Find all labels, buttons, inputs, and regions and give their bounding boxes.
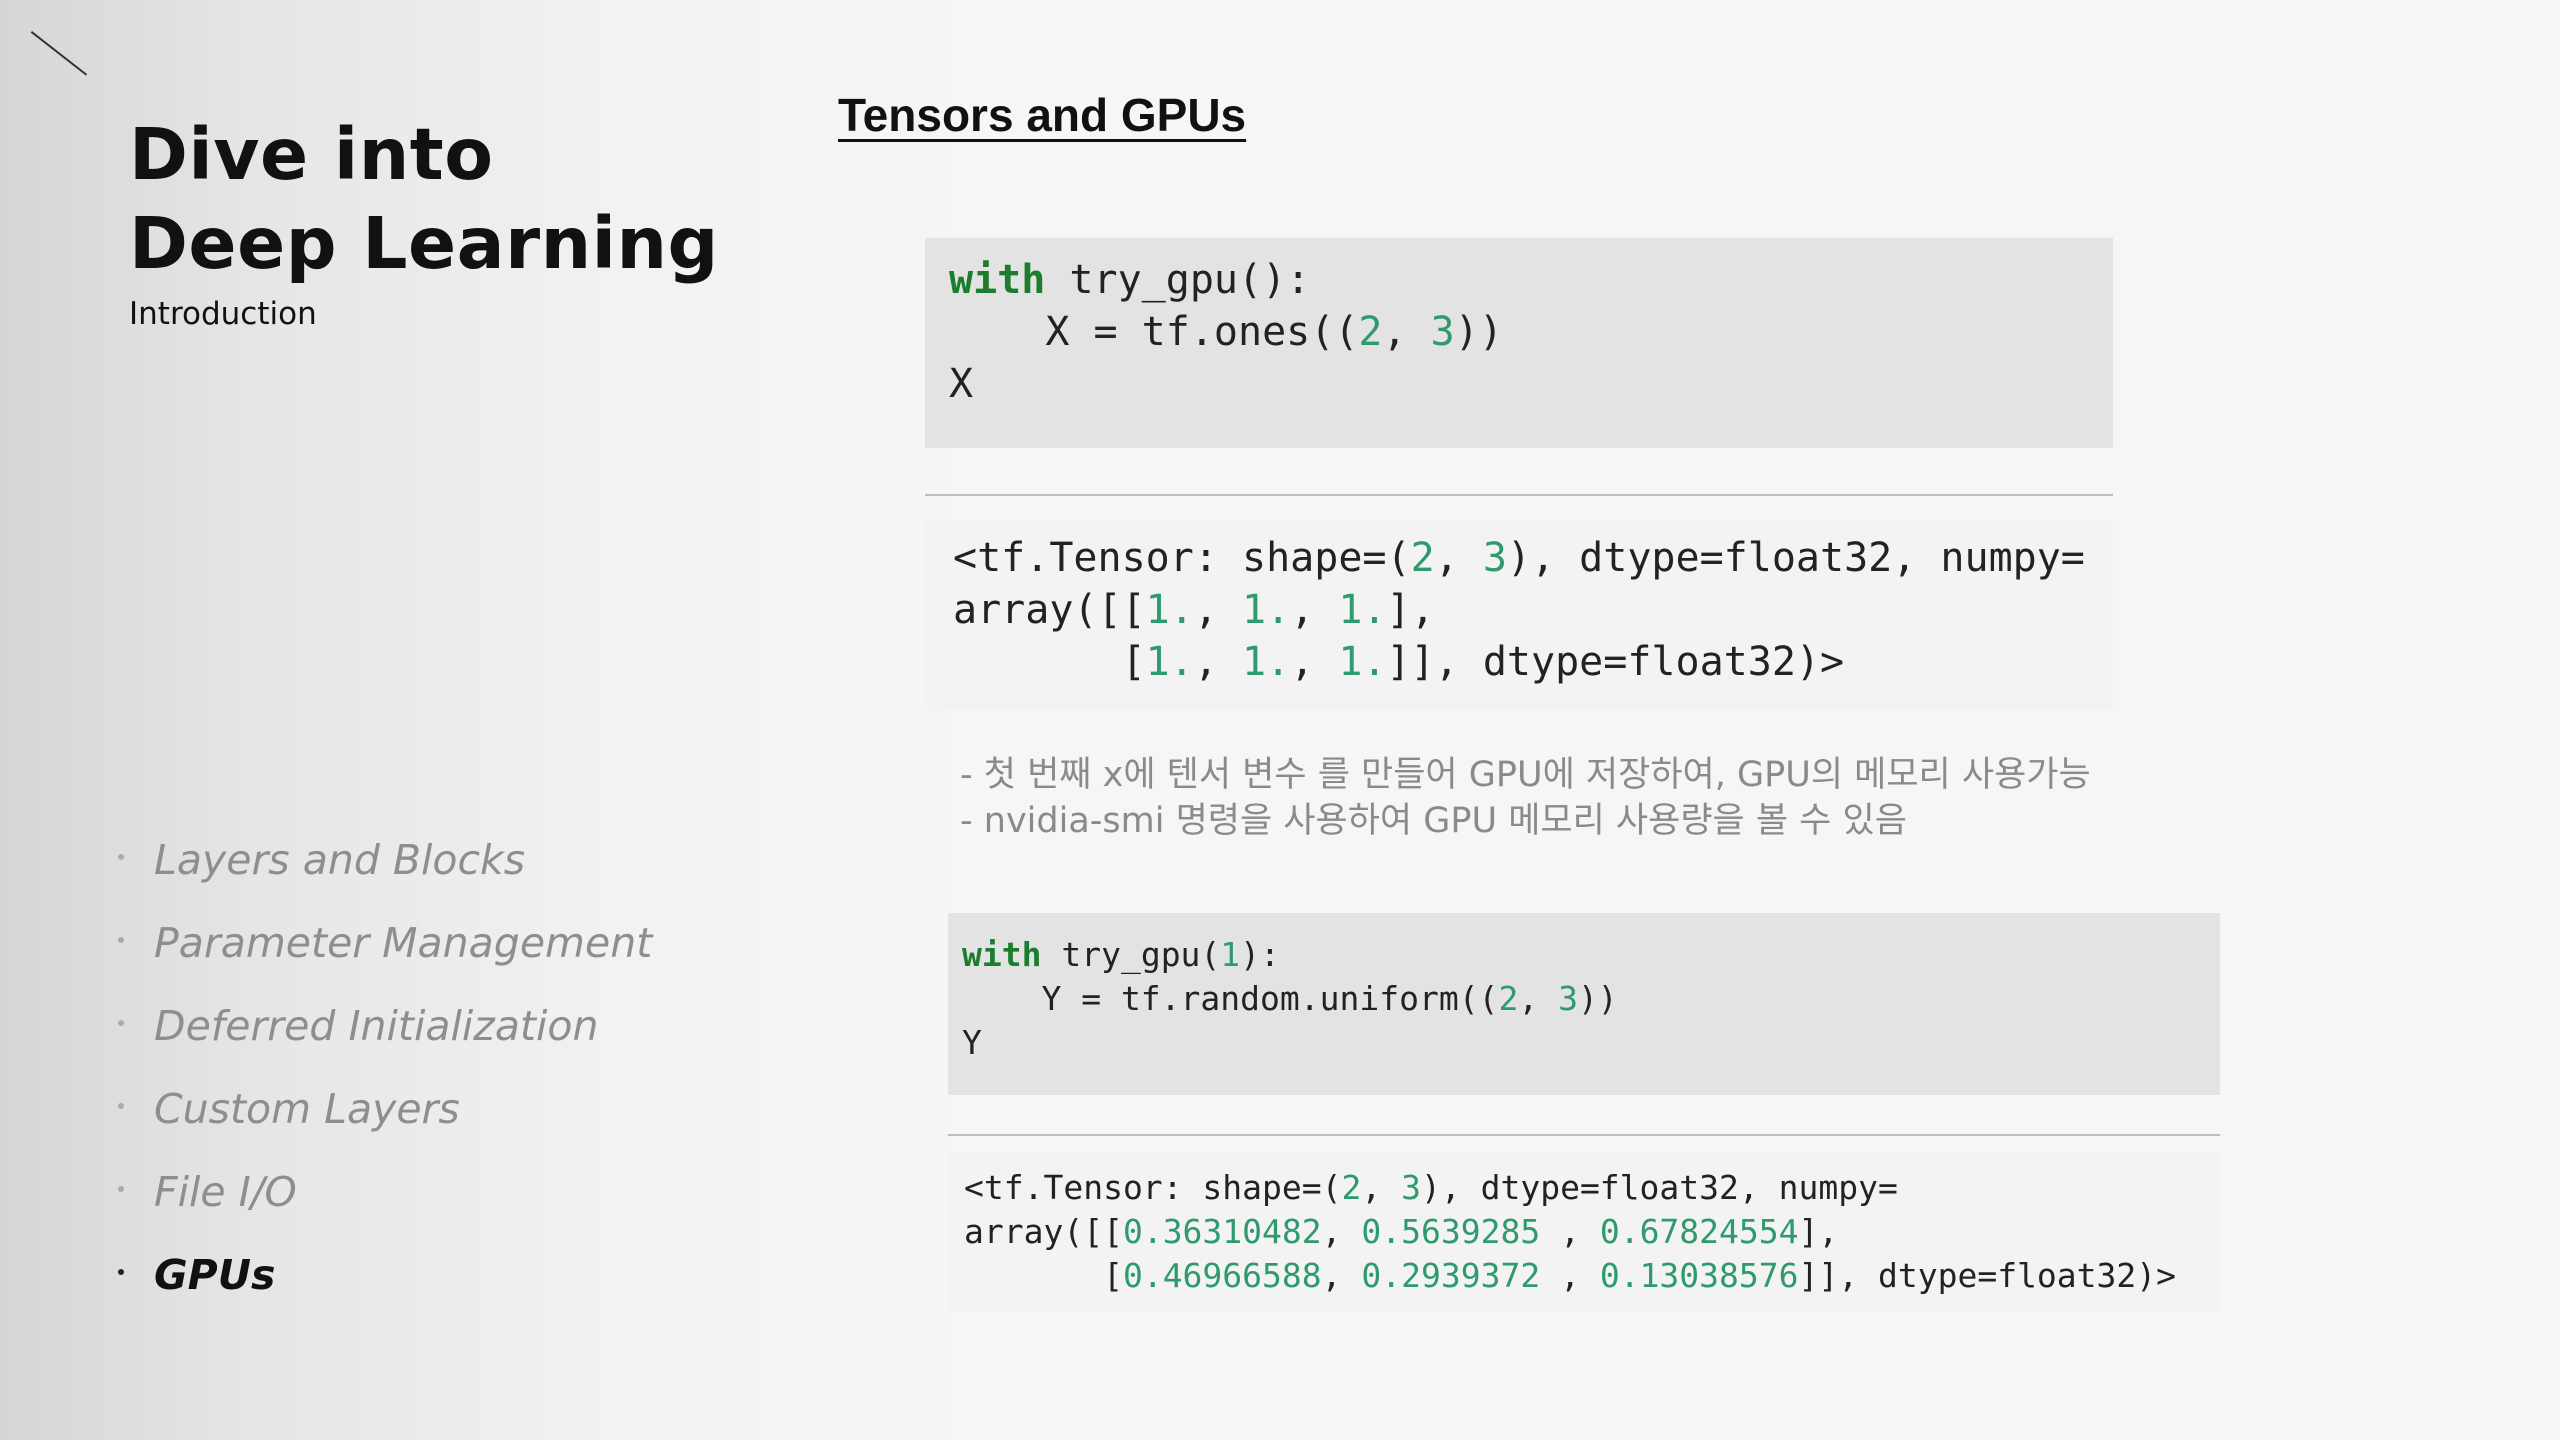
code-text: X = tf.ones((	[949, 309, 1359, 355]
output-number: 0.13038576	[1599, 1256, 1799, 1295]
output-text: ), dtype=float32, numpy=	[1506, 535, 2085, 581]
output-text: array([[	[964, 1212, 1123, 1251]
output-text: [	[964, 1256, 1123, 1295]
code-text: try_gpu(	[1041, 935, 1221, 974]
output-number: 1.	[1145, 639, 1194, 685]
nav-item-label: Layers and Blocks	[154, 836, 526, 884]
nav-item-label: GPUs	[154, 1251, 276, 1299]
output-text: ,	[1193, 587, 1242, 633]
output-text: ,	[1290, 587, 1339, 633]
nav-item-label: Parameter Management	[154, 919, 653, 967]
code-number: 2	[1358, 309, 1383, 355]
output-number: 2	[1410, 535, 1435, 581]
output-number: 0.46966588	[1122, 1256, 1322, 1295]
output-number: 1.	[1338, 639, 1387, 685]
output-text: ,	[1193, 639, 1242, 685]
note-line-2: - nvidia-smi 명령을 사용하여 GPU 메모리 사용량을 볼 수 있…	[960, 801, 1907, 841]
code-number: 1	[1220, 935, 1241, 974]
nav-item-label: File I/O	[154, 1168, 297, 1216]
code-text: ,	[1518, 979, 1559, 1018]
output-number: 0.5639285	[1361, 1212, 1561, 1251]
bullet-icon	[118, 937, 124, 943]
title-line-2: Deep Learning	[129, 202, 719, 285]
bullet-icon	[118, 1269, 124, 1275]
output-number: 0.2939372	[1361, 1256, 1561, 1295]
output-text: ,	[1321, 1212, 1362, 1251]
nav-item-label: Custom Layers	[154, 1085, 460, 1133]
divider	[948, 1134, 2220, 1136]
code-number: 3	[1430, 309, 1455, 355]
output-number: 3	[1482, 535, 1507, 581]
code-text: try_gpu():	[1045, 257, 1311, 303]
output-text: <tf.Tensor: shape=(	[953, 535, 1411, 581]
note-line-1: - 첫 번째 x에 텐서 변수 를 만들어 GPU에 저장하여, GPU의 메모…	[960, 755, 2091, 795]
code-number: 2	[1498, 979, 1519, 1018]
presentation-title: Dive into Deep Learning	[129, 110, 719, 288]
code-number: 3	[1558, 979, 1578, 1018]
corner-decoration-line	[30, 31, 88, 76]
output-text: ]], dtype=float32)>	[1386, 639, 1845, 685]
output-text: array([[	[953, 587, 1146, 633]
output-number: 1.	[1145, 587, 1194, 633]
output-text: ), dtype=float32, numpy=	[1421, 1168, 1898, 1207]
code-keyword: with	[962, 935, 1042, 974]
output-text: ,	[1560, 1256, 1600, 1295]
output-text: ],	[1798, 1212, 1839, 1251]
divider	[925, 494, 2113, 496]
output-block-2: <tf.Tensor: shape=(2, 3), dtype=float32,…	[948, 1152, 2220, 1312]
output-number: 0.67824554	[1599, 1212, 1799, 1251]
output-text: [	[953, 639, 1146, 685]
code-block-1: with try_gpu(): X = tf.ones((2, 3)) X	[925, 238, 2113, 448]
output-text: <tf.Tensor: shape=(	[964, 1168, 1342, 1207]
output-number: 2	[1341, 1168, 1362, 1207]
nav-item-label: Deferred Initialization	[154, 1002, 599, 1050]
code-text: ,	[1382, 309, 1431, 355]
presentation-subtitle: Introduction	[129, 296, 317, 332]
code-text: ):	[1240, 935, 1280, 974]
output-number: 0.36310482	[1122, 1212, 1322, 1251]
output-number: 1.	[1242, 639, 1291, 685]
code-block-2: with try_gpu(1): Y = tf.random.uniform((…	[948, 913, 2220, 1095]
code-keyword: with	[949, 257, 1046, 303]
notes: - 첫 번째 x에 텐서 변수 를 만들어 GPU에 저장하여, GPU의 메모…	[960, 752, 2091, 844]
output-text: ],	[1386, 587, 1435, 633]
code-text: Y = tf.random.uniform((	[962, 979, 1499, 1018]
output-number: 3	[1401, 1168, 1421, 1207]
output-block-1: <tf.Tensor: shape=(2, 3), dtype=float32,…	[925, 520, 2113, 710]
output-text: ,	[1290, 639, 1339, 685]
code-text: ))	[1454, 309, 1503, 355]
output-number: 1.	[1338, 587, 1387, 633]
code-text: X	[949, 361, 974, 407]
bullet-icon	[118, 1020, 124, 1026]
output-text: ,	[1560, 1212, 1600, 1251]
output-number: 1.	[1242, 587, 1291, 633]
code-text: ))	[1577, 979, 1618, 1018]
bullet-icon	[118, 1186, 124, 1192]
output-text: ,	[1361, 1168, 1402, 1207]
output-text: ]], dtype=float32)>	[1798, 1256, 2177, 1295]
bullet-icon	[118, 854, 124, 860]
slide-heading: Tensors and GPUs	[838, 89, 1247, 141]
title-line-1: Dive into	[129, 113, 494, 196]
output-text: ,	[1321, 1256, 1362, 1295]
output-text: ,	[1434, 535, 1483, 581]
bullet-icon	[118, 1103, 124, 1109]
code-text: Y	[962, 1023, 982, 1062]
